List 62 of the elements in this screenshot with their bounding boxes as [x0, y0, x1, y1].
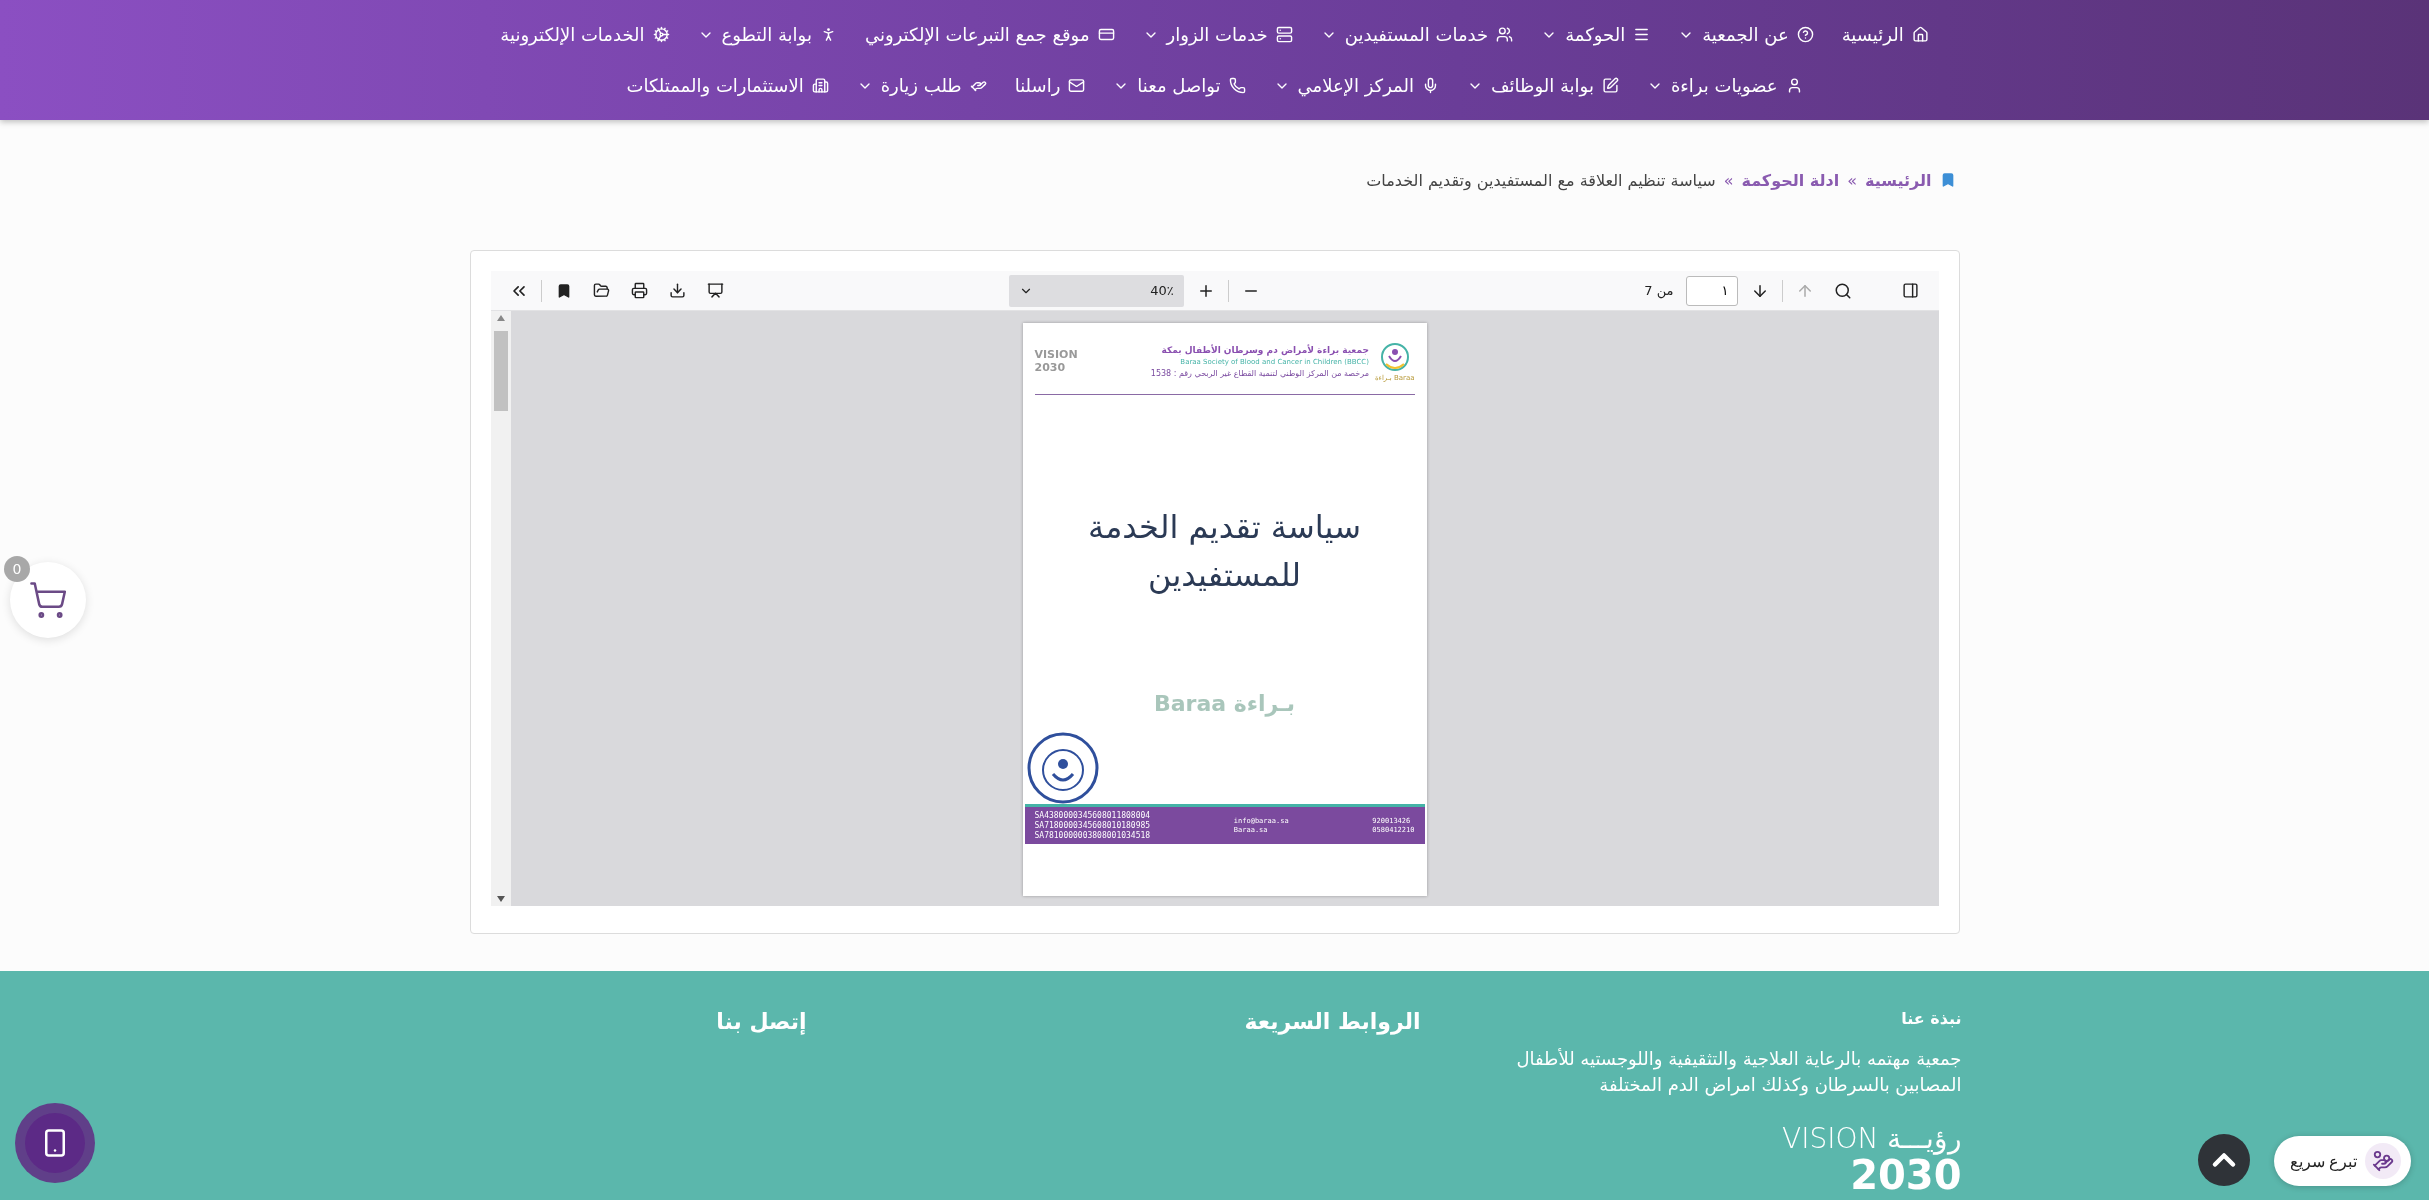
nav-menu-item[interactable]: خدمات الزوار — [1142, 24, 1293, 45]
nav-menu-item[interactable]: الحوكمة — [1541, 24, 1651, 45]
page-number-input[interactable]: ١ — [1685, 275, 1738, 306]
scroll-down-arrow-icon — [496, 896, 505, 902]
footer-heading: نبذة عنا — [1901, 1009, 1962, 1028]
menu-item-icon — [1068, 77, 1086, 94]
nav-menu-item[interactable]: عن الجمعية — [1678, 24, 1814, 45]
menu-item-icon — [1496, 26, 1514, 43]
nav-menu-item[interactable]: الرئيسية — [1841, 24, 1929, 45]
nav-menu-item[interactable]: المركز الإعلامي — [1273, 75, 1439, 96]
cart-count-badge: 0 — [4, 556, 30, 582]
zoom-select[interactable]: 40٪ — [1008, 274, 1184, 307]
nav-menu-item[interactable]: موقع جمع التبرعات الإلكتروني — [864, 24, 1115, 45]
breadcrumb-link[interactable]: ادلة الحوكمة — [1741, 170, 1840, 190]
menu-item-icon — [1633, 26, 1651, 43]
nav-menu-item[interactable]: بوابة التطوع — [697, 24, 837, 45]
document-title-line: سياسة تقديم الخدمة — [1088, 507, 1361, 546]
scrollbar[interactable] — [490, 311, 511, 906]
breadcrumb-link[interactable]: الرئيسية — [1865, 170, 1932, 190]
stamp-icon — [1026, 732, 1099, 804]
nav-menu-item[interactable]: الخدمات الإلكترونية — [500, 24, 670, 45]
zoom-value: 40٪ — [1150, 283, 1174, 298]
bank-account-number: SA7810000003808001034518 — [1034, 831, 1151, 840]
scrollbar-thumb[interactable] — [493, 331, 508, 411]
cart-button[interactable] — [10, 562, 86, 638]
donate-hand-icon — [2365, 1143, 2402, 1179]
bank-account-number: SA7180000345608010180985 — [1034, 821, 1151, 830]
nav-menu-item[interactable]: عضويات براءة — [1646, 75, 1803, 96]
nav-menu-item[interactable]: بوابة الوظائف — [1466, 75, 1619, 96]
menu-item-icon — [811, 77, 829, 94]
document-title-line: للمستفيدين — [1148, 555, 1301, 594]
nav-menu-item[interactable]: طلب زيارة — [856, 75, 987, 96]
bank-account-number: SA4380000345608011808004 — [1034, 811, 1151, 820]
breadcrumb-separator: » — [1723, 170, 1734, 190]
license-text: مرخصة من المركز الوطني لتنمية القطاع غير الربحي رقم : 1538 — [1150, 369, 1369, 378]
watermark-text: بـراءة Baraa — [1153, 691, 1296, 716]
organization-name: جمعية براءة لأمراض دم وسرطان الأطفال بمكة — [1161, 345, 1369, 355]
quick-donate-button[interactable]: تبرع سريع — [2274, 1136, 2412, 1186]
menu-item-icon — [1228, 77, 1246, 94]
organization-logo-icon — [1379, 341, 1410, 372]
footer-heading: إتصل بنا — [716, 1009, 807, 1034]
nav-menu-item[interactable]: الاستثمارات والممتلكات — [626, 75, 829, 96]
breadcrumb-current: سياسة تنظيم العلاقة مع المستفيدين وتقديم الخدمات — [1366, 170, 1716, 190]
vision-latin-text: VISION — [1782, 1122, 1879, 1155]
breadcrumb-separator: » — [1847, 170, 1857, 190]
nav-menu-item[interactable]: خدمات المستفيدين — [1320, 24, 1514, 45]
vision-year-text: 2030 — [1850, 1155, 1962, 1195]
nav-menu-item[interactable]: تواصل معنا — [1113, 75, 1246, 96]
scroll-up-arrow-icon — [496, 315, 505, 321]
cart-icon — [28, 580, 68, 620]
menu-item-icon — [652, 26, 670, 43]
vision-arabic-text: رؤيـــة — [1886, 1122, 1962, 1155]
menu-item-icon — [1275, 26, 1293, 43]
menu-item-icon — [1796, 26, 1814, 43]
menu-item-icon — [1097, 26, 1115, 43]
footer-heading: الروابط السريعة — [1244, 1009, 1421, 1034]
vision-logo-text: VISION 2030 — [1034, 349, 1079, 374]
page-count: من 7 — [1644, 283, 1674, 298]
about-text: جمعية مهتمه بالرعاية العلاجية والتثقيفية واللوجستيه للأطفال المصابين بالسرطان وكذلك امراض الدم المختلفة — [1515, 1047, 1962, 1098]
nav-menu-item[interactable]: راسلنا — [1014, 75, 1086, 96]
menu-item-icon — [1601, 77, 1619, 94]
menu-item-icon — [1911, 26, 1929, 43]
